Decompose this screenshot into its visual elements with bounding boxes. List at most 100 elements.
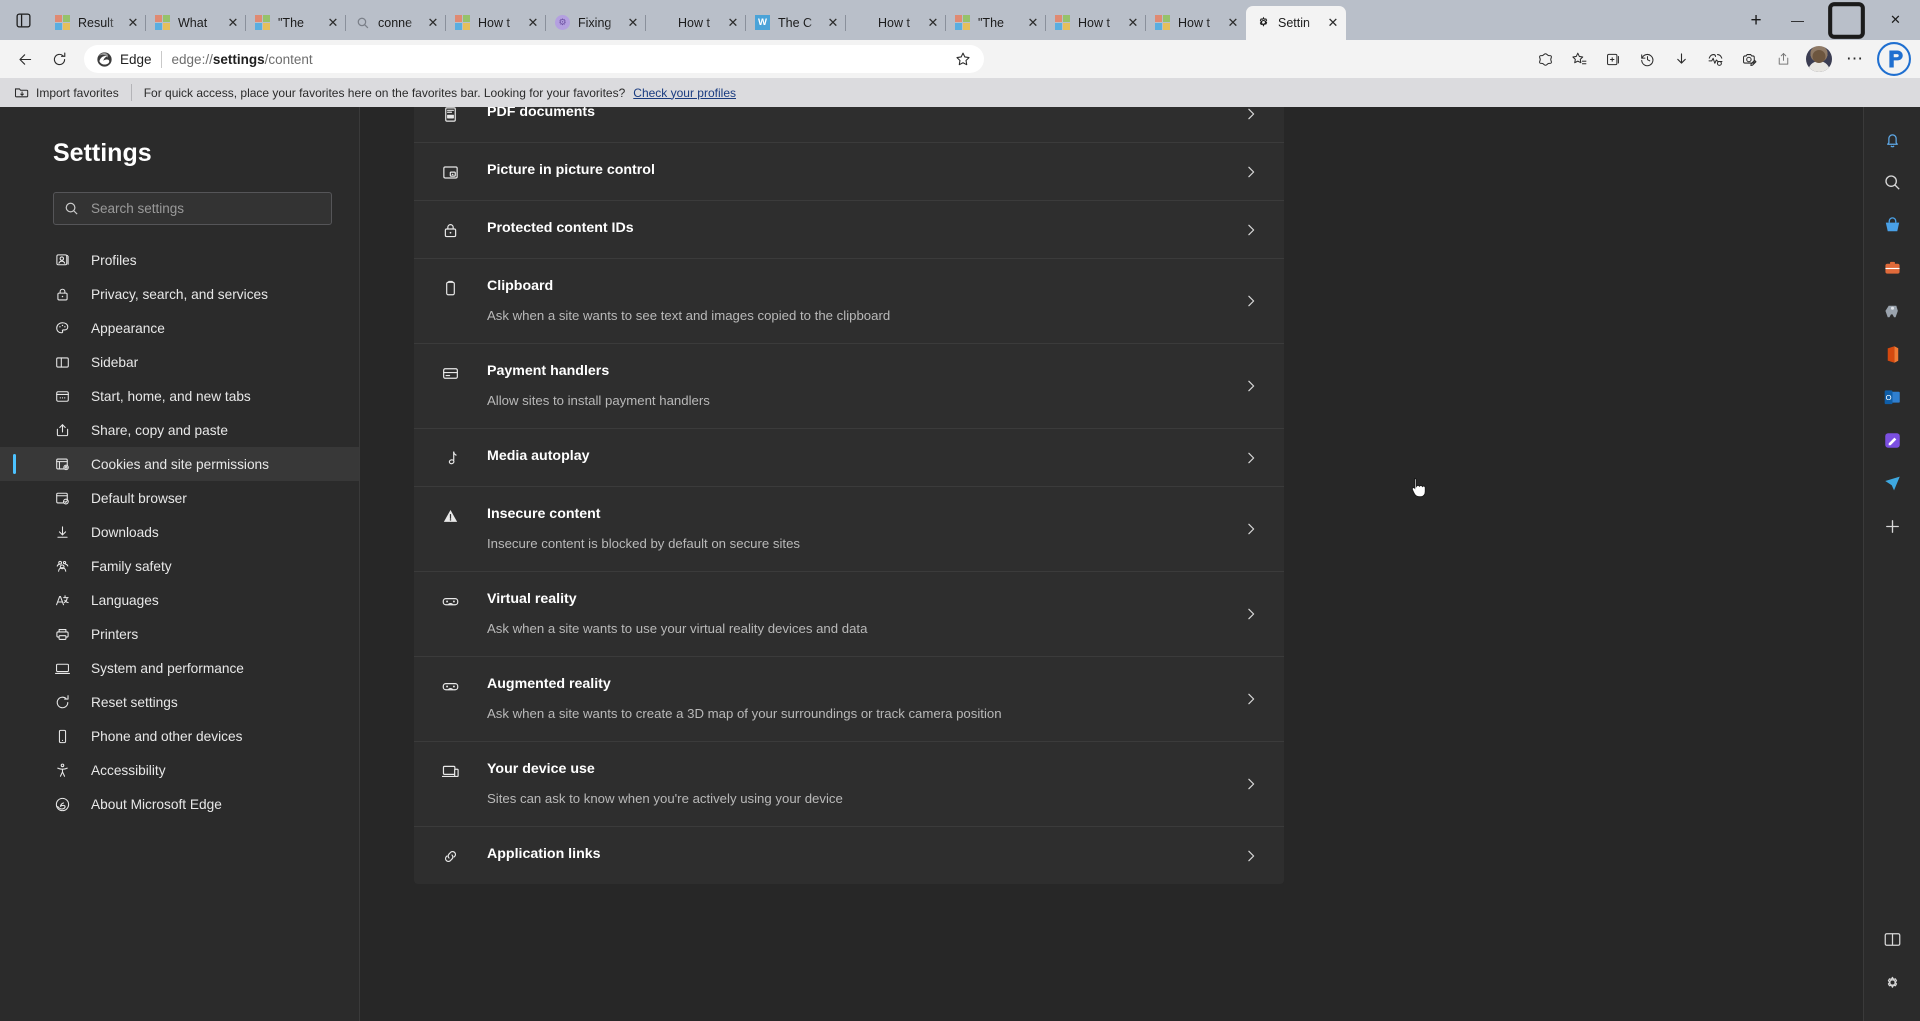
sidebar-item-share-copy-and-paste[interactable]: Share, copy and paste — [0, 413, 359, 447]
sidebar-item-accessibility[interactable]: Accessibility — [0, 753, 359, 787]
sidebar-item-default-browser[interactable]: Default browser — [0, 481, 359, 515]
permission-row[interactable]: Picture in picture control — [414, 143, 1284, 201]
tab[interactable]: How t ✕ — [445, 6, 546, 40]
tab[interactable]: How t ✕ — [1045, 6, 1146, 40]
tab[interactable]: "The ✕ — [945, 6, 1046, 40]
share-icon[interactable] — [1766, 44, 1800, 74]
active-tab[interactable]: Settin ✕ — [1246, 6, 1346, 40]
favorites-icon[interactable] — [1562, 44, 1596, 74]
back-arrow-icon[interactable] — [8, 44, 42, 74]
close-tab-icon[interactable]: ✕ — [424, 14, 442, 32]
office-icon[interactable] — [1874, 336, 1910, 372]
notifications-icon[interactable] — [1874, 121, 1910, 157]
games-icon[interactable] — [1874, 293, 1910, 329]
chevron-right-icon[interactable] — [1242, 451, 1260, 465]
split-screen-icon[interactable] — [1874, 921, 1910, 957]
shopping-icon[interactable] — [1874, 207, 1910, 243]
search-settings-box[interactable] — [53, 192, 332, 225]
sidebar-item-profiles[interactable]: Profiles — [0, 243, 359, 277]
history-icon[interactable] — [1630, 44, 1664, 74]
sidebar-item-system-and-performance[interactable]: System and performance — [0, 651, 359, 685]
sidebar-item-sidebar[interactable]: Sidebar — [0, 345, 359, 379]
chevron-right-icon[interactable] — [1242, 849, 1260, 863]
close-tab-icon[interactable]: ✕ — [724, 14, 742, 32]
tools-icon[interactable] — [1874, 250, 1910, 286]
permission-row[interactable]: Insecure content Insecure content is bloc… — [414, 487, 1284, 572]
sidebar-item-languages[interactable]: Languages — [0, 583, 359, 617]
settings-gear-icon[interactable] — [1874, 964, 1910, 1000]
close-window-button[interactable]: ✕ — [1871, 0, 1920, 40]
chevron-right-icon[interactable] — [1242, 692, 1260, 706]
sidebar-item-cookies-and-site-permissions[interactable]: Cookies and site permissions — [0, 447, 359, 481]
permission-row[interactable]: Clipboard Ask when a site wants to see te… — [414, 259, 1284, 344]
tab[interactable]: conne ✕ — [345, 6, 446, 40]
permission-row[interactable]: Virtual reality Ask when a site wants to … — [414, 572, 1284, 657]
close-tab-icon[interactable]: ✕ — [124, 14, 142, 32]
browser-essentials-icon[interactable] — [1528, 44, 1562, 74]
chevron-right-icon[interactable] — [1242, 165, 1260, 179]
address-bar[interactable]: Edge edge://settings/content — [84, 45, 984, 73]
more-options-icon[interactable]: ⋯ — [1838, 44, 1872, 74]
close-tab-icon[interactable]: ✕ — [924, 14, 942, 32]
sidebar-item-phone-and-other-devices[interactable]: Phone and other devices — [0, 719, 359, 753]
permission-row[interactable]: Your device use Sites can ask to know whe… — [414, 742, 1284, 827]
permission-row[interactable]: PDF documents — [414, 107, 1284, 143]
check-your-profiles-link[interactable]: Check your profiles — [633, 86, 736, 100]
sidebar-item-privacy-search-and-services[interactable]: Privacy, search, and services — [0, 277, 359, 311]
tab[interactable]: ⚙ Fixing ✕ — [545, 6, 646, 40]
star-icon[interactable] — [950, 51, 976, 67]
chevron-right-icon[interactable] — [1242, 607, 1260, 621]
chevron-right-icon[interactable] — [1242, 379, 1260, 393]
avatar[interactable] — [1806, 46, 1832, 72]
tab[interactable]: How t ✕ — [1145, 6, 1246, 40]
sidebar-item-start-home-and-new-tabs[interactable]: Start, home, and new tabs — [0, 379, 359, 413]
permission-row[interactable]: Protected content IDs — [414, 201, 1284, 259]
designer-icon[interactable] — [1874, 422, 1910, 458]
close-tab-icon[interactable]: ✕ — [624, 14, 642, 32]
search-input[interactable] — [91, 201, 321, 216]
drop-icon[interactable] — [1874, 465, 1910, 501]
permission-row[interactable]: Payment handlers Allow sites to install p… — [414, 344, 1284, 429]
sidebar-item-reset-settings[interactable]: Reset settings — [0, 685, 359, 719]
close-tab-icon[interactable]: ✕ — [824, 14, 842, 32]
sidebar-item-about-microsoft-edge[interactable]: About Microsoft Edge — [0, 787, 359, 821]
import-favorites-button[interactable]: Import favorites — [14, 85, 119, 100]
chevron-right-icon[interactable] — [1242, 223, 1260, 237]
tab[interactable]: How t ✕ — [645, 6, 746, 40]
copilot-icon[interactable] — [1876, 41, 1912, 77]
close-tab-icon[interactable]: ✕ — [1324, 14, 1342, 32]
close-tab-icon[interactable]: ✕ — [224, 14, 242, 32]
search-icon[interactable] — [1874, 164, 1910, 200]
tab[interactable]: "The ✕ — [245, 6, 346, 40]
sidebar-item-family-safety[interactable]: Family safety — [0, 549, 359, 583]
maximize-button[interactable] — [1822, 0, 1871, 40]
tab[interactable]: What ✕ — [145, 6, 246, 40]
permission-row[interactable]: Media autoplay — [414, 429, 1284, 487]
close-tab-icon[interactable]: ✕ — [1124, 14, 1142, 32]
chevron-right-icon[interactable] — [1242, 294, 1260, 308]
downloads-icon[interactable] — [1664, 44, 1698, 74]
close-tab-icon[interactable]: ✕ — [524, 14, 542, 32]
sidebar-item-appearance[interactable]: Appearance — [0, 311, 359, 345]
sidebar-item-downloads[interactable]: Downloads — [0, 515, 359, 549]
tab-actions-icon[interactable] — [0, 0, 46, 40]
close-tab-icon[interactable]: ✕ — [1224, 14, 1242, 32]
tab[interactable]: How t ✕ — [845, 6, 946, 40]
tab[interactable]: W The C ✕ — [745, 6, 846, 40]
chevron-right-icon[interactable] — [1242, 107, 1260, 121]
chevron-right-icon[interactable] — [1242, 522, 1260, 536]
tab[interactable]: Result ✕ — [46, 6, 146, 40]
close-tab-icon[interactable]: ✕ — [324, 14, 342, 32]
close-tab-icon[interactable]: ✕ — [1024, 14, 1042, 32]
collections-icon[interactable] — [1596, 44, 1630, 74]
chevron-right-icon[interactable] — [1242, 777, 1260, 791]
sidebar-item-printers[interactable]: Printers — [0, 617, 359, 651]
screenshot-icon[interactable] — [1732, 44, 1766, 74]
minimize-button[interactable]: — — [1773, 0, 1822, 40]
outlook-icon[interactable]: O — [1874, 379, 1910, 415]
permission-row[interactable]: Application links — [414, 827, 1284, 884]
refresh-icon[interactable] — [42, 44, 76, 74]
add-icon[interactable] — [1874, 508, 1910, 544]
permission-row[interactable]: Augmented reality Ask when a site wants t… — [414, 657, 1284, 742]
performance-icon[interactable] — [1698, 44, 1732, 74]
